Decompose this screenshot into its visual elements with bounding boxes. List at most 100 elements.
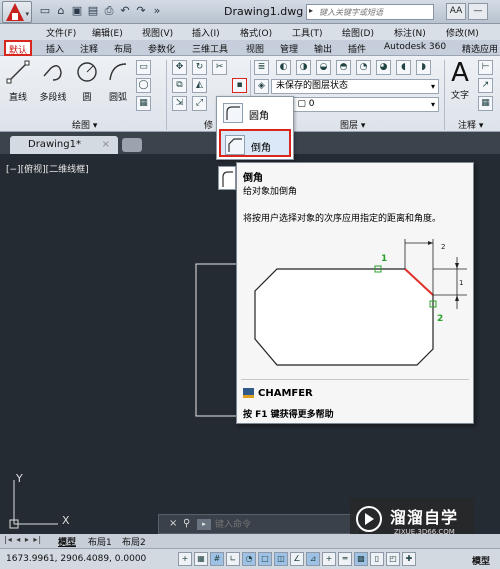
menu-format[interactable]: 格式(O) — [240, 26, 272, 39]
copy-icon[interactable]: ⧉ — [172, 78, 187, 93]
save-icon[interactable]: ▣ — [70, 3, 84, 19]
tab-layout[interactable]: 布局 — [114, 42, 132, 55]
application-menu-button[interactable]: ▾ — [2, 1, 32, 23]
tab-parametric[interactable]: 参数化 — [148, 42, 175, 55]
annotation-monitor-icon[interactable]: ✚ — [402, 552, 416, 566]
menu-insert[interactable]: 插入(I) — [192, 26, 220, 39]
layer-tool-icon[interactable]: ◕ — [376, 60, 391, 75]
3d-osnap-icon[interactable]: ◫ — [274, 552, 288, 566]
trim-icon[interactable]: ✂ — [212, 60, 227, 75]
layer-tool-icon[interactable]: ◗ — [416, 60, 431, 75]
layer-current-select[interactable]: ☼ ⊡ ▢ 0▾ — [271, 97, 439, 112]
quick-properties-icon[interactable]: ▯ — [370, 552, 384, 566]
fillet-dropdown-icon[interactable]: ▪ — [232, 78, 247, 93]
selection-cycling-icon[interactable]: ◰ — [386, 552, 400, 566]
layer-properties-icon[interactable]: ≣ — [254, 60, 269, 75]
layer-tool-icon[interactable]: ◐ — [276, 60, 291, 75]
line-tool[interactable]: 直线 — [4, 60, 32, 103]
open-icon[interactable]: ⌂ — [54, 3, 68, 19]
mirror-icon[interactable]: ◭ — [192, 78, 207, 93]
osnap-icon[interactable]: □ — [258, 552, 272, 566]
transparency-icon[interactable]: ▩ — [354, 552, 368, 566]
annotation-panel-label[interactable]: 注释 ▾ — [458, 118, 483, 131]
move-icon[interactable]: ✥ — [172, 60, 187, 75]
minimize-button[interactable]: — — [468, 3, 488, 20]
table-icon[interactable]: ▦ — [478, 96, 493, 111]
menu-view[interactable]: 视图(V) — [142, 26, 173, 39]
circle-tool[interactable]: 圆 — [74, 60, 100, 103]
dimension-icon[interactable]: ⊢ — [478, 60, 493, 75]
tab-output[interactable]: 输出 — [314, 42, 332, 55]
search-input[interactable] — [319, 6, 431, 19]
arc-tool[interactable]: 圆弧 — [104, 60, 132, 103]
rectangle-icon[interactable]: ▭ — [136, 60, 151, 75]
infer-constraints-icon[interactable]: + — [178, 552, 192, 566]
binoculars-icon[interactable]: AA — [446, 3, 466, 20]
new-tab-button[interactable] — [122, 138, 142, 152]
menu-draw[interactable]: 绘图(D) — [342, 26, 374, 39]
layer-state-select[interactable]: 未保存的图层状态 ▾ — [271, 79, 439, 94]
tab-annotate[interactable]: 注释 — [80, 42, 98, 55]
hatch-icon[interactable]: ▦ — [136, 96, 151, 111]
new-icon[interactable]: ▭ — [38, 3, 52, 19]
dyn-icon[interactable]: + — [322, 552, 336, 566]
model-space-label[interactable]: 模型 — [472, 554, 490, 567]
doc-tab-drawing1[interactable]: Drawing1* × — [10, 136, 118, 154]
menu-edit[interactable]: 编辑(E) — [92, 26, 123, 39]
tab-3d-tools[interactable]: 三维工具 — [192, 42, 228, 55]
layer-tool-icon[interactable]: ◔ — [356, 60, 371, 75]
more-icon[interactable]: » — [150, 3, 164, 19]
menu-tools[interactable]: 工具(T) — [292, 26, 323, 39]
leader-icon[interactable]: ↗ — [478, 78, 493, 93]
modify-panel-label[interactable]: 修 — [204, 118, 213, 131]
layer-panel-label[interactable]: 图层 ▾ — [340, 118, 365, 131]
print-icon[interactable]: ⎙ — [102, 3, 116, 19]
draw-panel-label[interactable]: 绘图 ▾ — [72, 118, 97, 131]
ortho-icon[interactable]: ∟ — [226, 552, 240, 566]
layer-tool-icon[interactable]: ◖ — [396, 60, 411, 75]
layout-nav-arrows[interactable]: |◂ ◂ ▸ ▸| — [4, 535, 42, 544]
command-input[interactable] — [215, 518, 355, 531]
layer-state-icon[interactable]: ◈ — [254, 79, 269, 94]
grid-icon[interactable]: # — [210, 552, 224, 566]
tab-autodesk-360[interactable]: Autodesk 360 — [384, 42, 446, 52]
close-icon[interactable]: × — [169, 518, 177, 529]
scale-icon[interactable]: ⤢ — [192, 96, 207, 111]
polyline-tool[interactable]: 多段线 — [34, 60, 72, 103]
tab-layout1[interactable]: 布局1 — [88, 535, 112, 548]
snap-icon[interactable]: ▦ — [194, 552, 208, 566]
menu-dimension[interactable]: 标注(N) — [394, 26, 426, 39]
chamfer-menu-item[interactable]: 倒角 — [219, 129, 291, 157]
chevron-down-icon: ▾ — [430, 82, 435, 91]
layer-tool-icon[interactable]: ◑ — [296, 60, 311, 75]
stretch-icon[interactable]: ⇲ — [172, 96, 187, 111]
command-history-icon[interactable]: ▸ — [197, 519, 211, 530]
polar-icon[interactable]: ◔ — [242, 552, 256, 566]
layer-tool-icon[interactable]: ◒ — [316, 60, 331, 75]
undo-icon[interactable]: ↶ — [118, 3, 132, 19]
fillet-menu-item[interactable]: 圆角 — [219, 99, 291, 127]
ducs-icon[interactable]: ⊿ — [306, 552, 320, 566]
ellipse-icon[interactable]: ◯ — [136, 78, 151, 93]
layer-tool-icon[interactable]: ◓ — [336, 60, 351, 75]
tab-view[interactable]: 视图 — [246, 42, 264, 55]
tab-model[interactable]: 模型 — [58, 535, 76, 548]
tab-default[interactable]: 默认 — [4, 40, 33, 56]
otrack-icon[interactable]: ∠ — [290, 552, 304, 566]
tab-manage[interactable]: 管理 — [280, 42, 298, 55]
tab-plugins[interactable]: 插件 — [348, 42, 366, 55]
save-as-icon[interactable]: ▤ — [86, 3, 100, 19]
lineweight-icon[interactable]: ═ — [338, 552, 352, 566]
redo-icon[interactable]: ↷ — [134, 3, 148, 19]
wrench-icon[interactable]: ⚲ — [183, 518, 190, 529]
text-tool[interactable]: A 文字 — [448, 58, 472, 101]
tab-insert[interactable]: 插入 — [46, 42, 64, 55]
close-icon[interactable]: × — [102, 136, 110, 154]
rotate-icon[interactable]: ↻ — [192, 60, 207, 75]
tab-featured-apps[interactable]: 精选应用 — [462, 42, 498, 55]
tab-layout2[interactable]: 布局2 — [122, 535, 146, 548]
menu-file[interactable]: 文件(F) — [46, 26, 76, 39]
menu-modify[interactable]: 修改(M) — [446, 26, 479, 39]
search-box[interactable]: ▸ — [306, 4, 434, 20]
fillet-submenu-icon[interactable] — [218, 166, 236, 190]
